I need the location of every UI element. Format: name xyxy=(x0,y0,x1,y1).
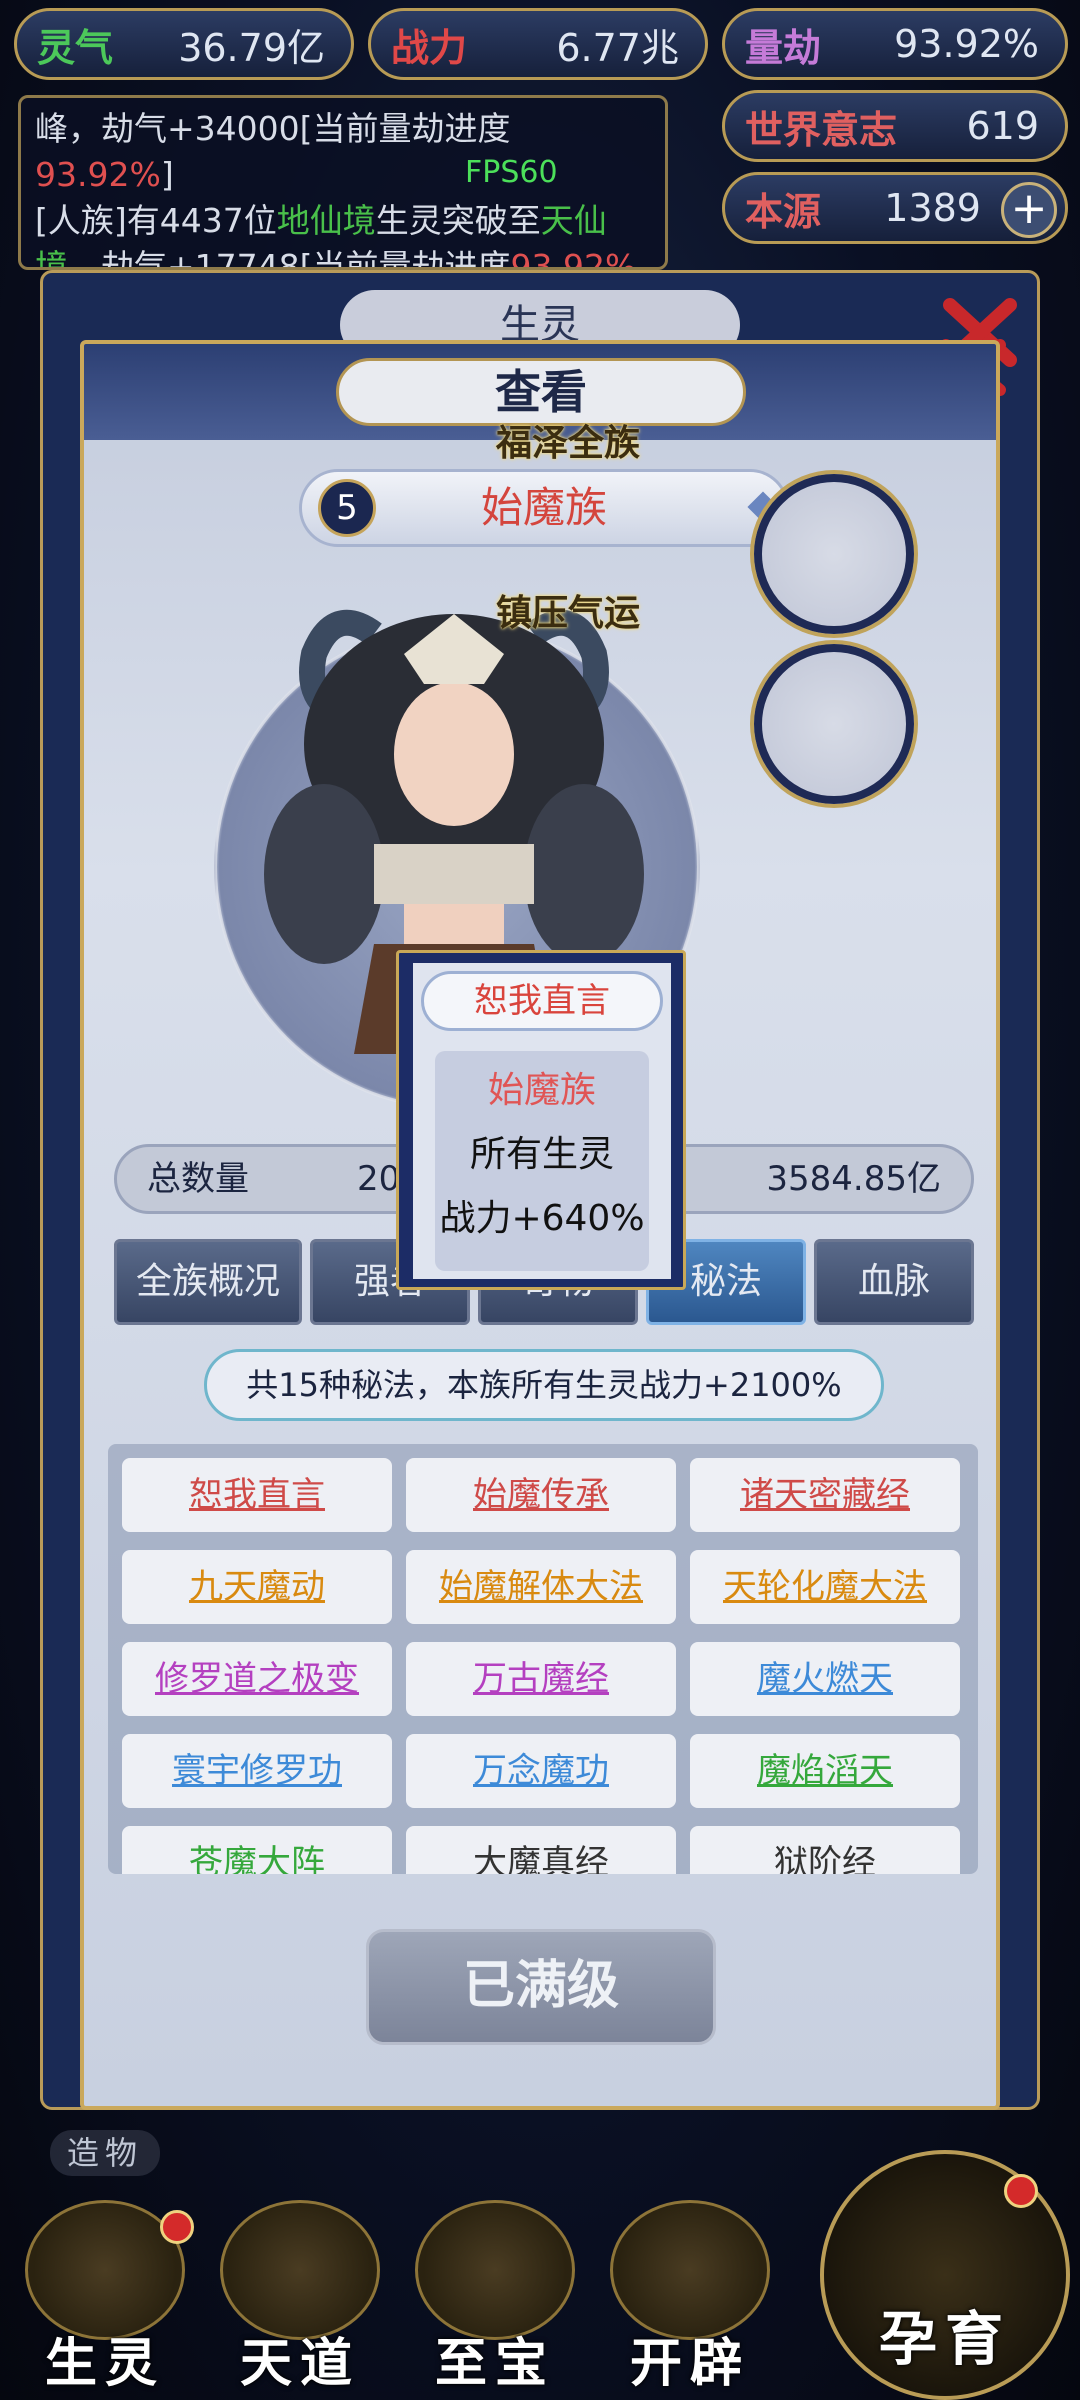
tooltip-target: 所有生灵 xyxy=(469,1134,614,1175)
secret-art-item[interactable]: 狱阶经 xyxy=(690,1826,960,1874)
nav-heaven-dao[interactable]: 天道 xyxy=(210,2200,390,2400)
log-realm: 境 xyxy=(35,247,68,270)
log-text: 峰，劫气+34000[当前量劫进度 xyxy=(35,109,511,148)
secret-art-item[interactable]: 魔火燃天 xyxy=(690,1642,960,1716)
log-realm: 地仙境 xyxy=(276,201,376,240)
swirl-emblem-icon xyxy=(220,2200,380,2340)
secret-art-item[interactable]: 魔焰滔天 xyxy=(690,1734,960,1808)
secret-art-item[interactable]: 始魔解体大法 xyxy=(406,1550,676,1624)
fps-counter: FPS60 xyxy=(465,155,558,190)
orb-emblem-icon xyxy=(415,2200,575,2340)
log-percent: 93.92% xyxy=(35,155,161,194)
nav-treasure[interactable]: 至宝 xyxy=(405,2200,585,2400)
blessing-label: 福泽全族 xyxy=(496,422,641,464)
resource-value: 619 xyxy=(966,104,1039,148)
nav-main-label: 孕育 xyxy=(878,2305,1011,2373)
race-name: 始魔族 xyxy=(480,483,607,532)
blessing-slot[interactable] xyxy=(754,474,914,634)
resource-liangjie[interactable]: 量劫 93.92% xyxy=(722,8,1068,80)
secret-art-item[interactable]: 恕我直言 xyxy=(122,1458,392,1532)
secret-art-tooltip: 恕我直言 始魔族 所有生灵 战力+640% xyxy=(396,950,686,1290)
resource-value: 36.79亿 xyxy=(178,25,325,70)
plus-icon[interactable]: + xyxy=(1001,182,1057,238)
resource-label: 量劫 xyxy=(745,24,822,70)
log-text: [人族]有4437位 xyxy=(35,201,277,240)
nav-genesis[interactable]: 开辟 xyxy=(600,2200,780,2400)
nav-label: 生灵 xyxy=(44,2333,165,2394)
resource-label: 战力 xyxy=(391,24,468,70)
tooltip-race: 始魔族 xyxy=(487,1070,596,1111)
nav-label: 开辟 xyxy=(629,2333,750,2394)
secret-art-item[interactable]: 苍魔大阵 xyxy=(122,1826,392,1874)
log-text: 生灵突破至 xyxy=(375,201,541,240)
log-percent: 93.92% xyxy=(510,247,637,270)
resource-value: 1389 xyxy=(884,186,981,230)
secret-art-item[interactable]: 大魔真经 xyxy=(406,1826,676,1874)
resource-value: 93.92% xyxy=(894,22,1039,66)
log-text: ] xyxy=(160,155,174,194)
resource-zhanli[interactable]: 战力 6.77兆 xyxy=(368,8,708,80)
secret-art-item[interactable]: 九天魔动 xyxy=(122,1550,392,1624)
nav-nurture[interactable]: 孕育 xyxy=(820,2150,1070,2400)
secret-arts-summary: 共15种秘法，本族所有生灵战力+2100% xyxy=(204,1349,884,1421)
suppress-slot[interactable] xyxy=(754,644,914,804)
secret-art-item[interactable]: 诸天密藏经 xyxy=(690,1458,960,1532)
power-total: 3584.85亿 xyxy=(766,1159,941,1199)
population-label: 总数量 xyxy=(147,1159,249,1199)
suppress-label: 镇压气运 xyxy=(496,592,641,634)
resource-label: 本源 xyxy=(745,188,822,234)
max-level-button[interactable]: 已满级 xyxy=(366,1929,716,2045)
secret-art-item[interactable]: 万古魔经 xyxy=(406,1642,676,1716)
tab-bloodline[interactable]: 血脉 xyxy=(814,1239,974,1325)
secret-art-item[interactable]: 天轮化魔大法 xyxy=(690,1550,960,1624)
log-realm: 天仙 xyxy=(540,201,607,240)
race-selector[interactable]: 5 始魔族 xyxy=(299,469,789,547)
tooltip-body: 始魔族 所有生灵 战力+640% xyxy=(435,1051,649,1271)
tooltip-panel: 恕我直言 始魔族 所有生灵 战力+640% xyxy=(413,963,671,1279)
create-button[interactable]: 造物 xyxy=(50,2130,160,2176)
secret-art-item[interactable]: 万念魔功 xyxy=(406,1734,676,1808)
tooltip-title: 恕我直言 xyxy=(421,971,663,1031)
secret-art-item[interactable]: 寰宇修罗功 xyxy=(122,1734,392,1808)
resource-label: 世界意志 xyxy=(745,106,898,152)
tooltip-effect: 战力+640% xyxy=(439,1198,645,1239)
resource-bar: 灵气 36.79亿 战力 6.77兆 量劫 93.92% 世界意志 619 本源… xyxy=(0,0,1080,290)
resource-lingqi[interactable]: 灵气 36.79亿 xyxy=(14,8,354,80)
secret-art-item[interactable]: 修罗道之极变 xyxy=(122,1642,392,1716)
event-log: 峰，劫气+34000[当前量劫进度 93.92%] [人族]有4437位地仙境生… xyxy=(18,95,668,270)
notification-dot xyxy=(160,2210,194,2244)
log-text: ，劫气+17748[当前量劫进度 xyxy=(68,247,511,270)
notification-dot xyxy=(1004,2174,1038,2208)
resource-label: 灵气 xyxy=(37,24,114,70)
flame-emblem-icon xyxy=(610,2200,770,2340)
resource-world-will[interactable]: 世界意志 619 xyxy=(722,90,1068,162)
tab-overview[interactable]: 全族概况 xyxy=(114,1239,302,1325)
resource-value: 6.77兆 xyxy=(556,25,679,70)
nav-label: 至宝 xyxy=(434,2333,555,2394)
secret-arts-grid: 恕我直言 始魔传承 诸天密藏经 九天魔动 始魔解体大法 天轮化魔大法 修罗道之极… xyxy=(108,1444,978,1874)
resource-benyuan[interactable]: 本源 1389 + xyxy=(722,172,1068,244)
secret-art-item[interactable]: 始魔传承 xyxy=(406,1458,676,1532)
nav-label: 天道 xyxy=(239,2333,360,2394)
population-count: 20 xyxy=(357,1159,401,1199)
nav-beings[interactable]: 生灵 xyxy=(15,2200,195,2400)
